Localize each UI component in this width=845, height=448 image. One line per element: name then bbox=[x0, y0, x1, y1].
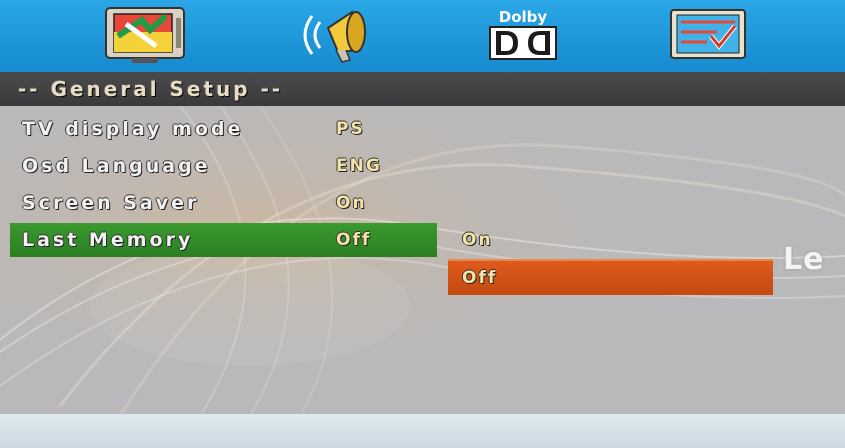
submenu-option-off[interactable]: Off bbox=[448, 259, 773, 295]
menu-row-osd-language[interactable]: Osd Language ENG bbox=[10, 149, 437, 183]
dvd-setup-screen: Dolby -- General Setup -- TV display mod… bbox=[0, 0, 845, 448]
section-title: -- General Setup -- bbox=[18, 77, 284, 101]
setup-tab-bar: Dolby bbox=[0, 0, 845, 74]
brand-watermark: Le bbox=[783, 242, 825, 277]
menu-row-screen-saver[interactable]: Screen Saver On bbox=[10, 186, 437, 220]
submenu-option-label: On bbox=[462, 230, 493, 250]
menu-value: PS bbox=[336, 119, 365, 139]
preference-check-icon bbox=[670, 9, 746, 59]
dolby-icon bbox=[489, 26, 557, 60]
menu-label: Screen Saver bbox=[22, 192, 200, 214]
section-header: -- General Setup -- bbox=[0, 72, 845, 106]
menu-value: On bbox=[336, 193, 367, 213]
dolby-label: Dolby bbox=[498, 8, 548, 26]
submenu-option-label: Off bbox=[462, 268, 498, 288]
tab-audio-setup[interactable] bbox=[290, 4, 380, 66]
menu-value: Off bbox=[336, 230, 372, 250]
menu-row-tv-display-mode[interactable]: TV display mode PS bbox=[10, 112, 437, 146]
menu-value: ENG bbox=[336, 156, 382, 176]
tv-setup-icon bbox=[105, 7, 185, 63]
tab-dolby-setup[interactable]: Dolby bbox=[478, 4, 568, 66]
tab-general-setup[interactable] bbox=[100, 4, 190, 66]
menu-label: Last Memory bbox=[22, 229, 194, 251]
speaker-audio-icon bbox=[303, 10, 366, 63]
menu-label: Osd Language bbox=[22, 155, 211, 177]
footer-bar bbox=[0, 414, 845, 448]
tab-preference-setup[interactable] bbox=[665, 4, 755, 66]
submenu-option-on[interactable]: On bbox=[448, 223, 773, 257]
menu-label: TV display mode bbox=[22, 118, 244, 140]
menu-row-last-memory[interactable]: Last Memory Off bbox=[10, 223, 437, 257]
